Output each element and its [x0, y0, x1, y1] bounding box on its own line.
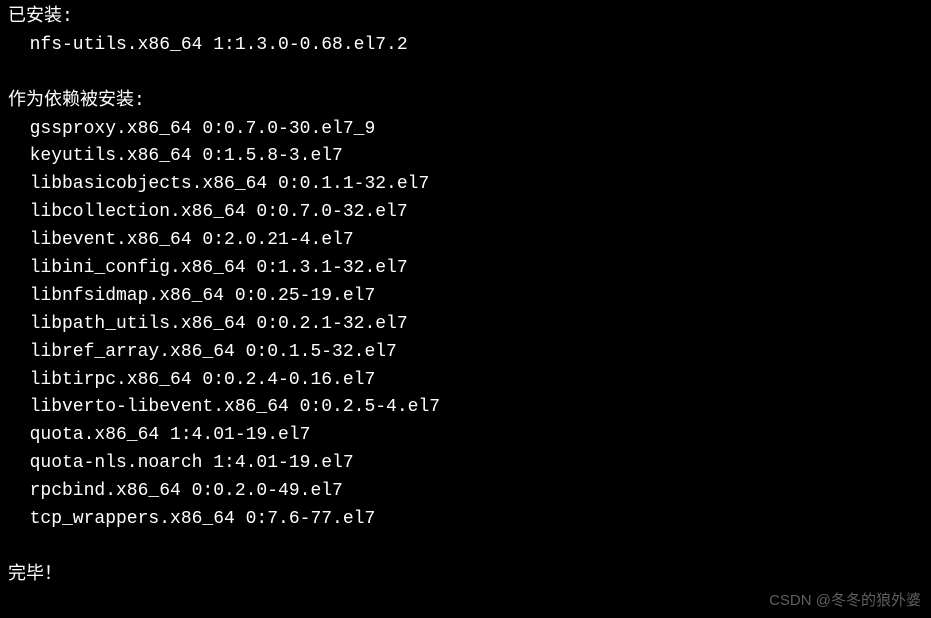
dep-package: libini_config.x86_64 0:1.3.1-32.el7: [8, 255, 931, 283]
dep-package: libpath_utils.x86_64 0:0.2.1-32.el7: [8, 311, 931, 339]
deps-section-header: 作为依赖被安装:: [8, 88, 931, 116]
installed-section-header: 已安装:: [8, 4, 931, 32]
dep-package: libtirpc.x86_64 0:0.2.4-0.16.el7: [8, 367, 931, 395]
blank-line: [8, 60, 931, 88]
complete-message: 完毕！: [8, 562, 931, 590]
dep-package: libcollection.x86_64 0:0.7.0-32.el7: [8, 199, 931, 227]
dep-package: tcp_wrappers.x86_64 0:7.6-77.el7: [8, 506, 931, 534]
installed-package: nfs-utils.x86_64 1:1.3.0-0.68.el7.2: [8, 32, 931, 60]
dep-package: libverto-libevent.x86_64 0:0.2.5-4.el7: [8, 394, 931, 422]
dep-package: keyutils.x86_64 0:1.5.8-3.el7: [8, 143, 931, 171]
dep-package: rpcbind.x86_64 0:0.2.0-49.el7: [8, 478, 931, 506]
dep-package: quota-nls.noarch 1:4.01-19.el7: [8, 450, 931, 478]
dep-package: libnfsidmap.x86_64 0:0.25-19.el7: [8, 283, 931, 311]
dep-package: libref_array.x86_64 0:0.1.5-32.el7: [8, 339, 931, 367]
dep-package: libbasicobjects.x86_64 0:0.1.1-32.el7: [8, 171, 931, 199]
dep-package: quota.x86_64 1:4.01-19.el7: [8, 422, 931, 450]
blank-line: [8, 534, 931, 562]
terminal-output: 已安装: nfs-utils.x86_64 1:1.3.0-0.68.el7.2…: [8, 4, 931, 590]
csdn-watermark: CSDN @冬冬的狼外婆: [769, 589, 921, 612]
dep-package: libevent.x86_64 0:2.0.21-4.el7: [8, 227, 931, 255]
dep-package: gssproxy.x86_64 0:0.7.0-30.el7_9: [8, 116, 931, 144]
